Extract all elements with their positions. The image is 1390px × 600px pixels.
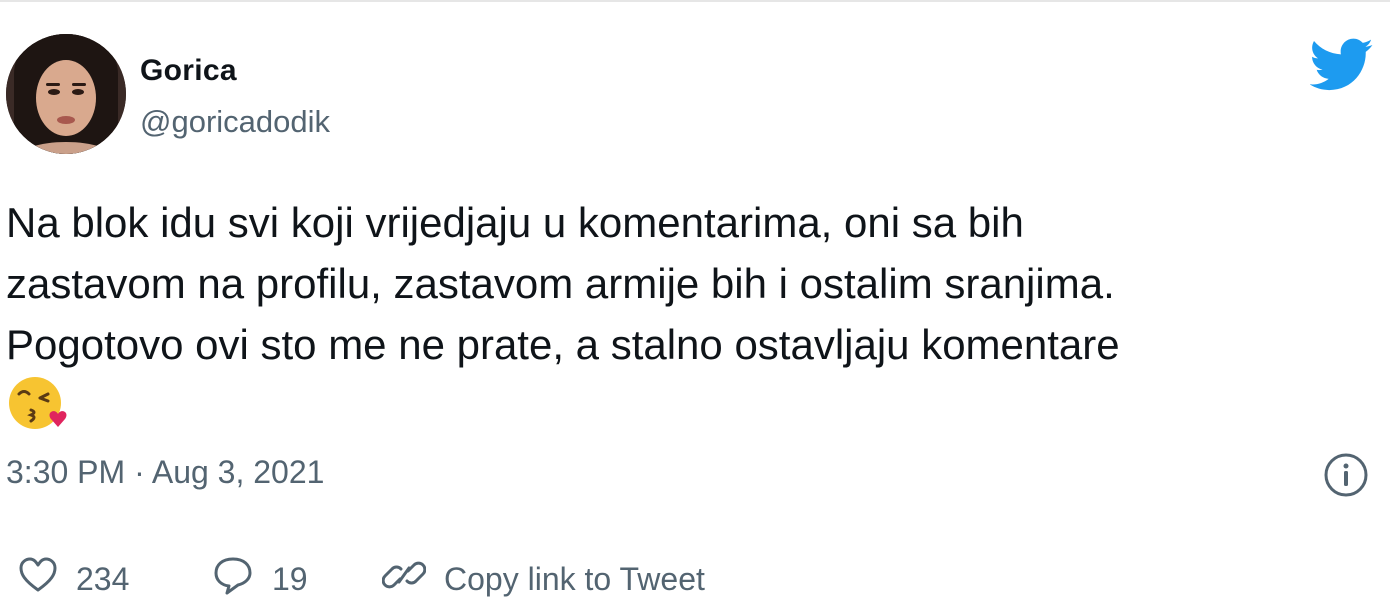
twitter-bird-icon[interactable]	[1309, 38, 1374, 92]
avatar[interactable]	[6, 34, 126, 154]
like-count: 234	[76, 560, 130, 597]
tweet-text-line: zastavom na profilu, zastavom armije bih…	[6, 260, 1115, 307]
link-icon	[381, 555, 427, 600]
kiss-face-emoji-icon	[6, 374, 72, 432]
info-icon[interactable]	[1323, 452, 1369, 498]
display-name[interactable]: Gorica	[140, 54, 237, 88]
copy-link-label: Copy link to Tweet	[444, 560, 705, 597]
user-handle[interactable]: @goricadodik	[140, 104, 330, 140]
kiss-face-emoji-glyph	[9, 377, 67, 429]
heart-icon	[18, 556, 58, 600]
tweet-text: Na blok idu svi koji vrijedjaju u koment…	[6, 192, 1376, 375]
tweet-timestamp[interactable]: 3:30 PM · Aug 3, 2021	[6, 454, 324, 491]
reply-count: 19	[272, 560, 308, 597]
avatar-image	[6, 34, 126, 154]
reply-button[interactable]: 19	[212, 556, 308, 600]
speech-bubble-icon	[212, 555, 254, 600]
twitter-bird-glyph	[1309, 38, 1373, 91]
tweet-text-line: Pogotovo ovi sto me ne prate, a stalno o…	[6, 321, 1120, 368]
tweet-text-line: Na blok idu svi koji vrijedjaju u koment…	[6, 199, 1024, 246]
tweet-card: Gorica @goricadodik Na blok idu svi koji…	[0, 0, 1390, 600]
copy-link-button[interactable]: Copy link to Tweet	[381, 555, 705, 600]
like-button[interactable]: 234	[18, 556, 129, 600]
info-icon-glyph	[1324, 453, 1368, 497]
